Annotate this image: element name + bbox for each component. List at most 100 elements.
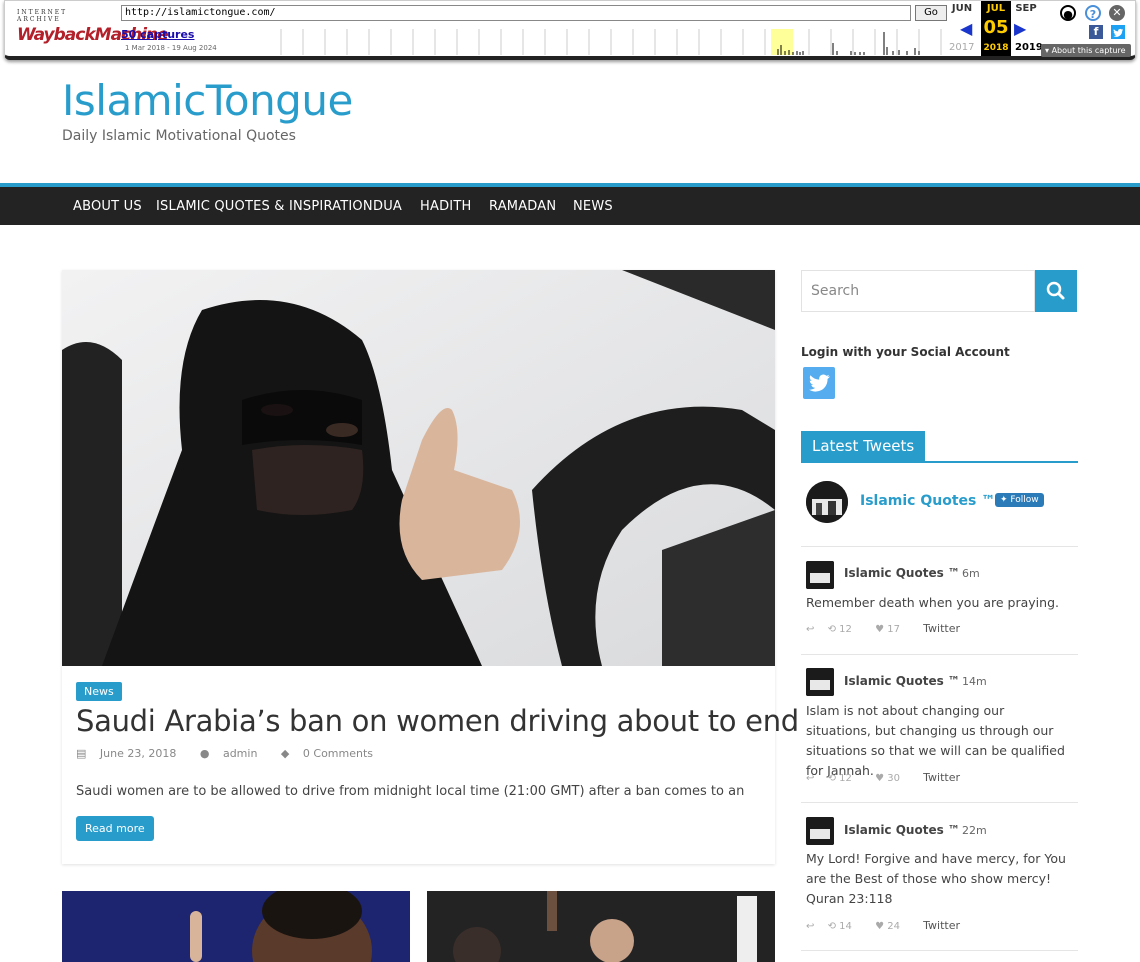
search-icon	[1046, 281, 1065, 300]
twitter-profile-avatar[interactable]	[806, 481, 848, 523]
tweet-divider	[801, 950, 1078, 951]
twitter-follow-label: Follow	[1010, 495, 1039, 505]
twitter-profile-name[interactable]: Islamic Quotes ™	[860, 493, 995, 509]
wayback-url-input[interactable]: http://islamictongue.com/	[121, 5, 911, 21]
user-account-icon[interactable]: ●	[1060, 5, 1076, 21]
post-date-text: June 23, 2018	[99, 747, 177, 760]
twitter-follow-button[interactable]: ✦ Follow	[995, 493, 1044, 507]
like-button[interactable]: ♥ 24	[875, 921, 910, 932]
tweet-divider	[801, 546, 1078, 547]
post-author[interactable]: ● admin	[200, 747, 268, 760]
reply-icon[interactable]: ↩	[806, 624, 814, 635]
latest-tweets-widget-header: Latest Tweets	[801, 431, 1078, 463]
featured-image[interactable]	[62, 270, 775, 666]
tweet-text: Islam is not about changing our situatio…	[806, 703, 1065, 778]
tweet-actions: ↩ ⟲ 14 ♥ 24 Twitter	[806, 919, 970, 932]
wayback-next-arrow-icon[interactable]: ▶	[1014, 19, 1026, 38]
tweet-time[interactable]: 6m	[962, 567, 980, 580]
wayback-day: 05	[981, 17, 1011, 41]
featured-article: News Saudi Arabia’s ban on women driving…	[62, 270, 799, 864]
nav-item-about-us[interactable]: ABOUT US	[73, 199, 142, 214]
twitter-login-button[interactable]	[803, 367, 835, 399]
like-button[interactable]: ♥ 17	[875, 624, 910, 635]
wayback-sparkline[interactable]	[275, 29, 947, 55]
retweet-button[interactable]: ⟲ 12	[828, 773, 862, 784]
wayback-toolbar: INTERNET ARCHIVE WaybackMachine http://i…	[4, 0, 1136, 60]
twitter-link[interactable]: Twitter	[923, 622, 960, 635]
category-badge[interactable]: News	[76, 682, 122, 701]
user-icon: ●	[199, 747, 210, 760]
twitter-bird-icon: ✦	[1000, 495, 1008, 505]
post-comments-text: 0 Comments	[302, 747, 374, 760]
twitter-share-icon[interactable]	[1111, 25, 1125, 39]
site-tagline: Daily Islamic Motivational Quotes	[62, 128, 296, 144]
tweet-author[interactable]: Islamic Quotes ™	[844, 674, 960, 688]
nav-item-islamic-quotes[interactable]: ISLAMIC QUOTES & INSPIRATION	[156, 199, 373, 214]
tweet-text: My Lord! Forgive and have mercy, for You…	[806, 851, 1066, 906]
tweet-avatar[interactable]	[806, 561, 834, 589]
tweet-actions: ↩ ⟲ 12 ♥ 17 Twitter	[806, 622, 970, 635]
like-button[interactable]: ♥ 30	[875, 773, 910, 784]
like-count: 30	[887, 773, 900, 784]
tweet-time[interactable]: 14m	[962, 675, 987, 688]
wayback-month-prev[interactable]: JUN	[947, 3, 977, 14]
post-thumbnail[interactable]	[62, 891, 410, 962]
nav-item-ramadan[interactable]: RAMADAN	[489, 199, 556, 214]
tweet-author[interactable]: Islamic Quotes ™	[844, 823, 960, 837]
nav-item-hadith[interactable]: HADITH	[420, 199, 471, 214]
search-input[interactable]: Search	[801, 270, 1035, 312]
retweet-count: 12	[839, 624, 852, 635]
post-meta: ▤ June 23, 2018 ● admin ◆ 0 Comments	[76, 747, 393, 760]
read-more-button[interactable]: Read more	[76, 816, 154, 841]
retweet-count: 14	[839, 921, 852, 932]
reply-icon[interactable]: ↩	[806, 773, 814, 784]
wayback-go-button[interactable]: Go	[915, 5, 947, 21]
wayback-month-next[interactable]: SEP	[1011, 3, 1041, 14]
post-comments[interactable]: ◆ 0 Comments	[281, 747, 383, 760]
post-title[interactable]: Saudi Arabia’s ban on women driving abou…	[76, 704, 799, 738]
twitter-link[interactable]: Twitter	[923, 771, 960, 784]
tweet-text: Remember death when you are praying.	[806, 595, 1059, 610]
retweet-button[interactable]: ⟲ 12	[828, 624, 862, 635]
wayback-date-range: 1 Mar 2018 - 19 Aug 2024	[125, 44, 217, 52]
tweet-divider	[801, 802, 1078, 803]
wayback-about-capture[interactable]: ▾ About this capture	[1041, 44, 1131, 57]
post-excerpt: Saudi women are to be allowed to drive f…	[76, 784, 745, 799]
help-icon[interactable]: ?	[1085, 5, 1101, 21]
tweet-avatar[interactable]	[806, 817, 834, 845]
social-login-heading: Login with your Social Account	[801, 345, 1010, 359]
tweet-author[interactable]: Islamic Quotes ™	[844, 566, 960, 580]
latest-tweets-heading: Latest Tweets	[801, 431, 926, 461]
nav-item-dua[interactable]: DUA	[373, 199, 402, 214]
twitter-link[interactable]: Twitter	[923, 919, 960, 932]
tweet-time[interactable]: 22m	[962, 824, 987, 837]
post-author-text: admin	[222, 747, 258, 760]
tweet-actions: ↩ ⟲ 12 ♥ 30 Twitter	[806, 771, 970, 784]
wayback-about-label: About this capture	[1051, 46, 1126, 55]
like-count: 17	[887, 624, 900, 635]
main-navigation: ABOUT US ISLAMIC QUOTES & INSPIRATION DU…	[0, 183, 1140, 225]
comment-icon: ◆	[280, 747, 290, 760]
tweet-divider	[801, 654, 1078, 655]
post-thumbnail[interactable]	[427, 891, 775, 962]
wayback-captures-link[interactable]: 50 captures	[121, 28, 194, 41]
site-title[interactable]: IslamicTongue	[62, 76, 353, 125]
post-date[interactable]: ▤ June 23, 2018	[76, 747, 186, 760]
wayback-month-current: JUL	[981, 1, 1011, 17]
wayback-logo-top: INTERNET ARCHIVE	[17, 9, 68, 23]
like-count: 24	[887, 921, 900, 932]
close-icon[interactable]: ✕	[1109, 5, 1125, 21]
wayback-year-prev[interactable]: 2017	[949, 42, 974, 53]
nav-item-news[interactable]: NEWS	[573, 199, 613, 214]
wayback-prev-arrow-icon[interactable]: ◀	[960, 19, 972, 38]
wayback-year-current: 2018	[981, 41, 1011, 56]
facebook-share-icon[interactable]: f	[1089, 25, 1103, 39]
search-button[interactable]	[1035, 270, 1077, 312]
twitter-icon	[809, 374, 830, 392]
tweet-avatar[interactable]	[806, 668, 834, 696]
wayback-year-next[interactable]: 2019	[1015, 42, 1043, 53]
reply-icon[interactable]: ↩	[806, 921, 814, 932]
wayback-logo[interactable]: INTERNET ARCHIVE WaybackMachine	[17, 9, 169, 49]
calendar-icon: ▤	[76, 747, 87, 760]
retweet-button[interactable]: ⟲ 14	[828, 921, 862, 932]
